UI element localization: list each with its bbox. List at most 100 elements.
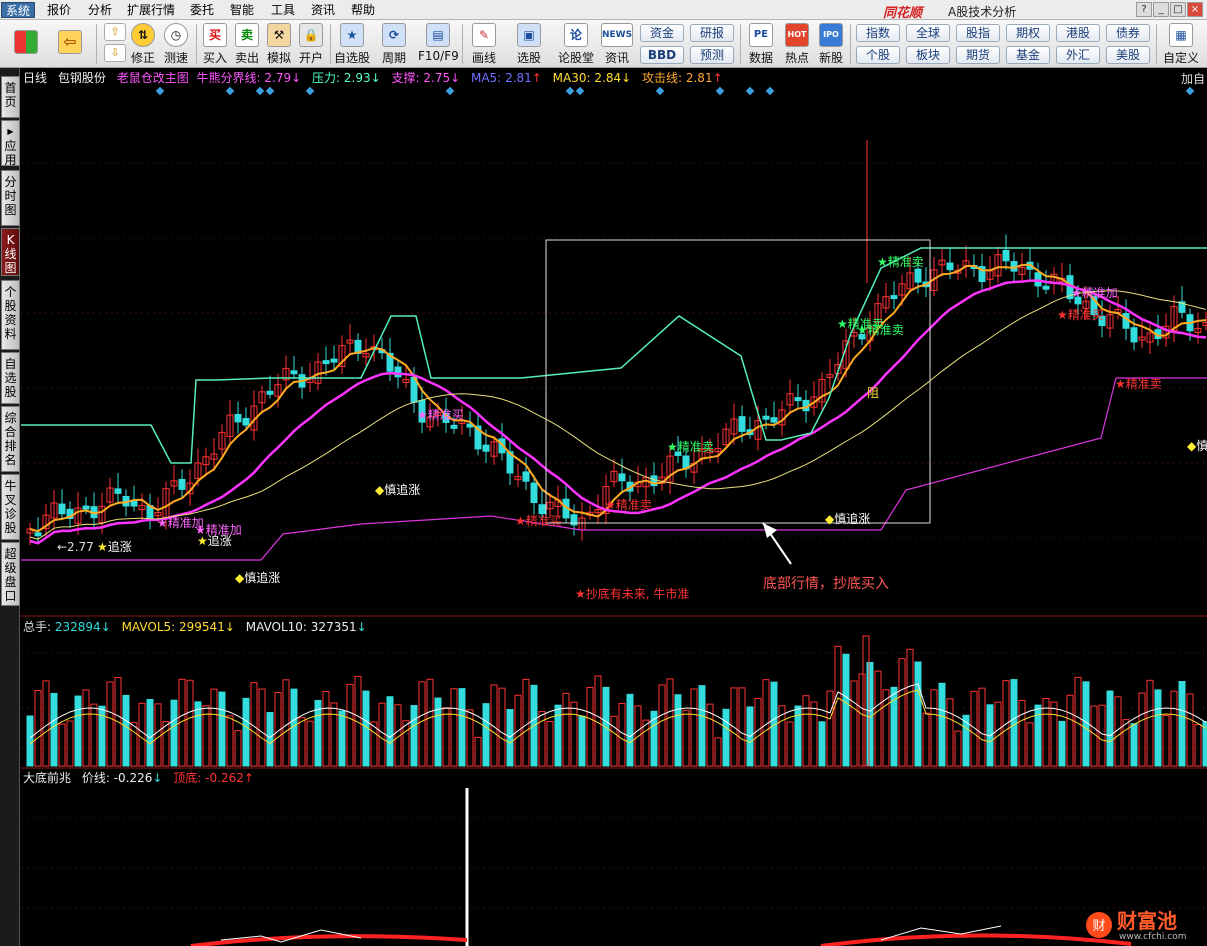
menu-help[interactable]: 帮助 — [348, 2, 378, 18]
candle-body — [794, 397, 802, 402]
menu-smart[interactable]: 智能 — [227, 2, 257, 18]
pill-index[interactable]: 指数 — [856, 24, 900, 42]
hdr-ma30: MA30: 2.84↓ — [552, 71, 632, 85]
period-button[interactable]: ⟳ 周期 — [376, 23, 412, 66]
speed-test-button[interactable]: ◷ 测速 — [160, 23, 192, 66]
signal-jingzhun-sell-green-3: ★精准卖 — [857, 323, 904, 337]
stock-screen-button[interactable]: ▣ 选股 — [512, 23, 546, 66]
open-account-button[interactable]: 🔒 开户 — [296, 23, 326, 66]
volume-bar — [714, 737, 722, 767]
volume-bar — [930, 689, 938, 767]
pill-us-stocks[interactable]: 美股 — [1106, 46, 1150, 64]
menu-tools[interactable]: 工具 — [268, 2, 298, 18]
sidebar-tab-level2[interactable]: 超级盘口 — [1, 542, 20, 606]
f10-button[interactable]: ▤ F10/F9 — [418, 23, 459, 63]
signal-diamond — [565, 86, 575, 96]
data-icon: PE — [749, 23, 773, 47]
minimize-button[interactable]: _ — [1153, 2, 1169, 17]
signal-diamond — [255, 86, 265, 96]
pill-hk-stocks[interactable]: 港股 — [1056, 24, 1100, 42]
period-label: 日线 — [23, 71, 48, 85]
volume-bar — [842, 653, 850, 767]
screen-icon: ▣ — [517, 23, 541, 47]
news-button[interactable]: NEWS 资讯 — [600, 23, 634, 66]
back-button[interactable]: ⇦ — [58, 30, 82, 54]
sidebar-tab-watchlist[interactable]: 自选股 — [1, 352, 20, 404]
pill-options[interactable]: 期权 — [1006, 24, 1050, 42]
down-arrow-icon[interactable]: ⇩ — [104, 44, 126, 62]
pill-forex[interactable]: 外汇 — [1056, 46, 1100, 64]
layout-button[interactable] — [14, 30, 38, 54]
menu-trade[interactable]: 委托 — [187, 2, 217, 18]
chart-area[interactable]: 日线 包钢股份 老鼠仓改主图 牛熊分界线: 2.79↓ 压力: 2.93↓ 支撑… — [21, 68, 1207, 946]
pill-stock-index[interactable]: 股指 — [956, 24, 1000, 42]
pill-bbd[interactable]: BBD — [640, 46, 684, 64]
pill-global[interactable]: 全球 — [906, 24, 950, 42]
up-arrow-icon[interactable]: ⇧ — [104, 23, 126, 41]
customize-button[interactable]: ▦ 自定义 — [1160, 23, 1202, 66]
candle-body — [618, 473, 626, 482]
hot-button[interactable]: HOT 热点 — [782, 23, 812, 66]
ipo-button[interactable]: IPO 新股 — [816, 23, 846, 66]
volume-bar — [1146, 679, 1154, 767]
signal-jingzhun-sell-right: ★精准卖 — [1115, 377, 1162, 391]
sidebar-tab-ranking[interactable]: 综合排名 — [1, 406, 20, 472]
candle-body — [738, 416, 746, 432]
volume-bar — [386, 696, 394, 767]
custom-icon: ▦ — [1169, 23, 1193, 47]
pill-stocks[interactable]: 个股 — [856, 46, 900, 64]
volume-bar — [1138, 692, 1146, 767]
volume-bar — [474, 736, 482, 767]
sidebar-tab-intraday[interactable]: 分时图 — [1, 170, 20, 226]
menu-quote[interactable]: 报价 — [44, 2, 74, 18]
volume-bar — [914, 661, 922, 767]
sidebar-tab-home[interactable]: 首页 — [1, 76, 20, 118]
draw-line-button[interactable]: ✎ 画线 — [468, 23, 500, 66]
candle-body — [450, 424, 458, 429]
menu-system[interactable]: 系统 — [1, 2, 35, 18]
sell-button[interactable]: 卖卖出 — [232, 23, 262, 66]
data-button[interactable]: PE 数据 — [746, 23, 776, 66]
pill-forecast[interactable]: 预测 — [690, 46, 734, 64]
candle-body — [914, 268, 922, 283]
simulate-button[interactable]: ⚒ 模拟 — [264, 23, 294, 66]
hdr-support: 支撑: 2.75↓ — [391, 71, 461, 85]
volume-bar — [426, 678, 434, 767]
clock-icon: ◷ — [164, 23, 188, 47]
sidebar-tab-stock-info[interactable]: 个股资料 — [1, 280, 20, 350]
forum-button[interactable]: 论论股堂 — [556, 23, 596, 66]
correct-button[interactable]: ⇅ 修正 — [128, 23, 158, 66]
pill-funds[interactable]: 资金 — [640, 24, 684, 42]
volume-bar — [194, 701, 202, 767]
help-window-button[interactable]: ? — [1136, 2, 1152, 17]
candle-body — [482, 444, 490, 452]
pill-research[interactable]: 研报 — [690, 24, 734, 42]
sidebar-tab-apps[interactable]: ▶ 应用 — [1, 120, 20, 167]
buy-button[interactable]: 买买入 — [200, 23, 230, 66]
menu-news[interactable]: 资讯 — [308, 2, 338, 18]
close-button[interactable]: × — [1187, 2, 1203, 17]
sidebar-tab-diagnosis[interactable]: 牛叉诊股 — [1, 474, 20, 540]
hdr-pressure: 压力: 2.93↓ — [312, 71, 381, 85]
pill-funds-mutual[interactable]: 基金 — [1006, 46, 1050, 64]
candle-body — [1002, 249, 1010, 262]
callout-arrowhead — [763, 523, 777, 538]
star-icon: ★ — [340, 23, 364, 47]
add-to-watchlist-label[interactable]: 加自 — [1181, 70, 1205, 87]
maximize-button[interactable]: □ — [1170, 2, 1186, 17]
volume-bar — [298, 717, 306, 767]
pill-futures[interactable]: 期货 — [956, 46, 1000, 64]
pill-bonds[interactable]: 债券 — [1106, 24, 1150, 42]
hdr-top-bottom: 顶底: -0.262↑ — [173, 771, 254, 785]
watchlist-button[interactable]: ★ 自选股 — [334, 23, 370, 66]
indicator-name[interactable]: 老鼠仓改主图 — [117, 71, 189, 85]
menu-analysis[interactable]: 分析 — [85, 2, 115, 18]
candle-body — [1034, 272, 1042, 287]
pill-sectors[interactable]: 板块 — [906, 46, 950, 64]
sidebar-tab-kline[interactable]: K线图 — [1, 228, 20, 276]
menu-extended-market[interactable]: 扩展行情 — [124, 2, 178, 18]
lower-indicator-name[interactable]: 大底前兆 — [23, 771, 71, 785]
volume-bar — [186, 679, 194, 767]
volume-bar — [922, 712, 930, 767]
volume-bar — [138, 702, 146, 767]
